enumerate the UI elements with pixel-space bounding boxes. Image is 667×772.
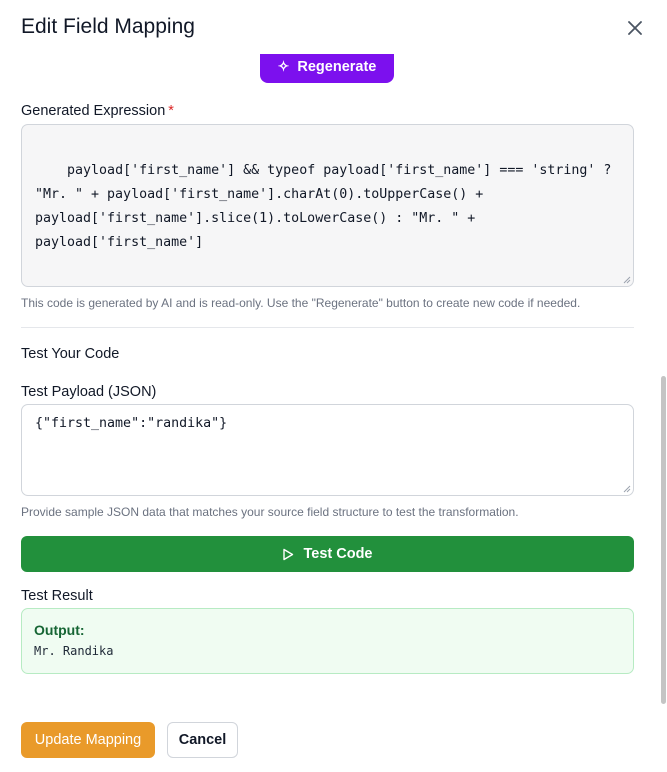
cancel-button[interactable]: Cancel	[167, 722, 238, 758]
required-mark: *	[168, 103, 174, 119]
payload-help-text: Provide sample JSON data that matches yo…	[21, 505, 519, 519]
resize-grip-icon[interactable]	[623, 276, 631, 284]
test-payload-input[interactable]: {"first_name":"randika"}	[21, 404, 634, 496]
scrollbar[interactable]	[661, 376, 666, 704]
test-result-label: Test Result	[21, 588, 93, 604]
test-result-panel: Output: Mr. Randika	[21, 608, 634, 674]
output-value: Mr. Randika	[34, 644, 114, 658]
test-code-label: Test Code	[303, 546, 373, 562]
expression-code: payload['first_name'] && typeof payload[…	[35, 163, 612, 250]
close-button[interactable]	[623, 16, 647, 40]
resize-grip-icon[interactable]	[623, 485, 631, 493]
test-code-button[interactable]: Test Code	[21, 536, 634, 572]
regenerate-label: Regenerate	[297, 58, 377, 75]
section-divider	[21, 327, 634, 328]
generated-expression-field[interactable]: payload['first_name'] && typeof payload[…	[21, 124, 634, 287]
modal-header: Edit Field Mapping	[0, 0, 667, 54]
expression-label: Generated Expression *	[21, 103, 174, 119]
modal-title: Edit Field Mapping	[21, 15, 195, 38]
payload-label: Test Payload (JSON)	[21, 384, 157, 400]
sparkle-icon: ✧	[277, 58, 290, 74]
play-icon	[283, 548, 294, 560]
payload-value: {"first_name":"randika"}	[35, 416, 228, 431]
close-icon	[628, 21, 642, 35]
expression-help-text: This code is generated by AI and is read…	[21, 296, 581, 310]
test-section-title: Test Your Code	[21, 346, 120, 362]
edit-field-mapping-modal: ✧ Regenerate Edit Field Mapping Generate…	[0, 0, 667, 772]
output-label: Output:	[34, 622, 85, 638]
update-mapping-button[interactable]: Update Mapping	[21, 722, 155, 758]
